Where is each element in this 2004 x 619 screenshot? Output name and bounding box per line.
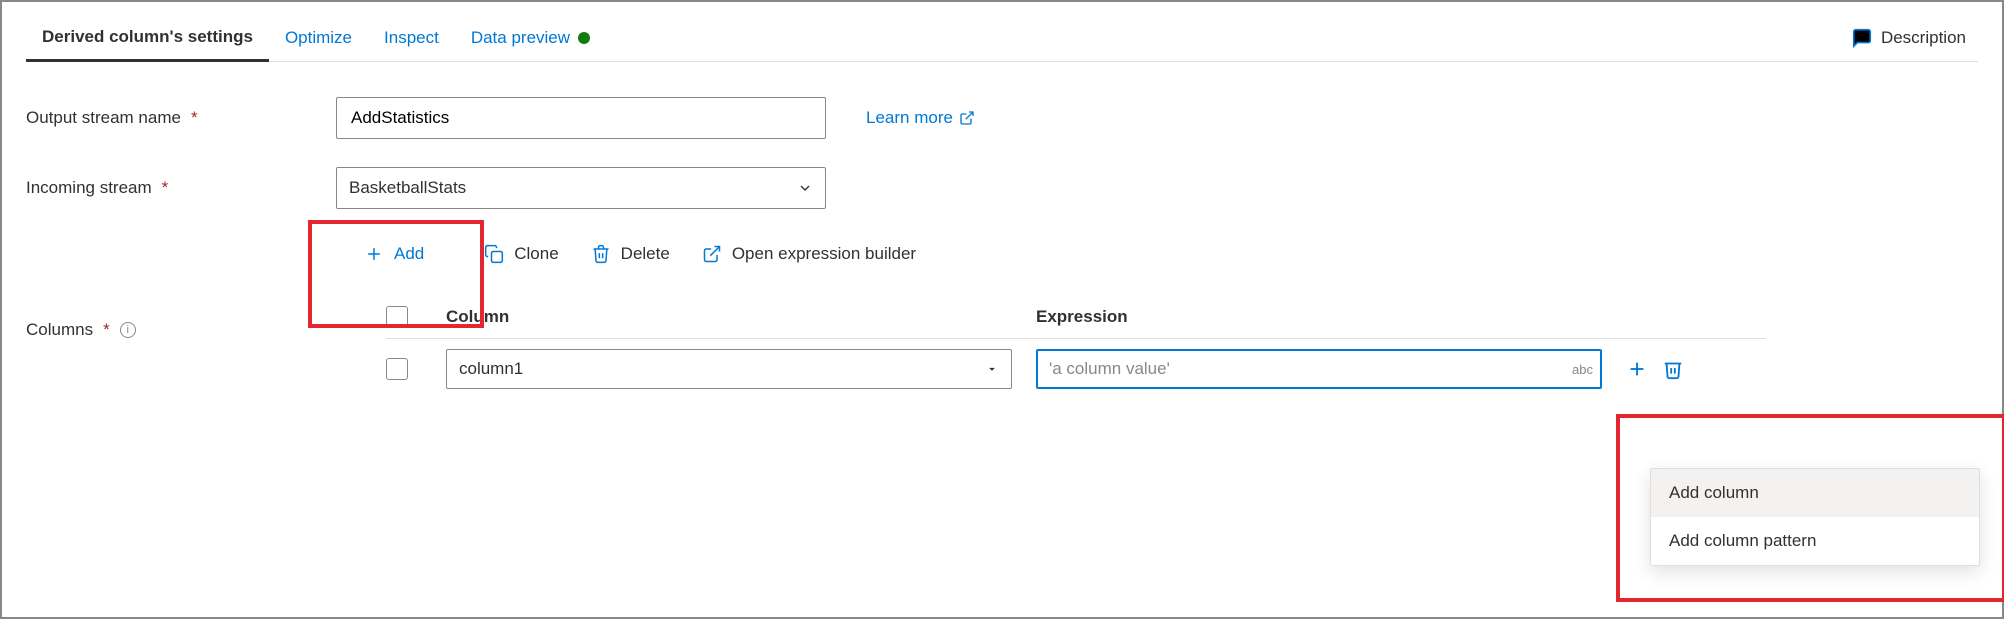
tab-inspect[interactable]: Inspect <box>368 14 455 62</box>
tab-optimize[interactable]: Optimize <box>269 14 368 62</box>
open-icon <box>702 244 722 264</box>
learn-more-label: Learn more <box>866 108 953 128</box>
output-stream-input-field[interactable] <box>349 107 813 129</box>
row-add-button[interactable] <box>1626 358 1648 380</box>
tab-label: Optimize <box>285 14 352 62</box>
add-dropdown-menu: Add column Add column pattern <box>1650 468 1980 566</box>
description-label: Description <box>1881 28 1966 48</box>
column-name-value: column1 <box>459 359 523 379</box>
required-marker: * <box>103 320 110 340</box>
tab-bar: Derived column's settings Optimize Inspe… <box>26 14 1978 62</box>
incoming-stream-select[interactable]: BasketballStats <box>336 167 826 209</box>
required-marker: * <box>162 178 169 198</box>
columns-label: Columns * i <box>26 320 336 340</box>
grid-header: Column Expression <box>386 296 1766 339</box>
incoming-stream-label: Incoming stream * <box>26 178 336 198</box>
required-marker: * <box>191 108 198 128</box>
expression-input[interactable]: 'a column value' abc <box>1036 349 1602 389</box>
delete-label: Delete <box>621 244 670 264</box>
trash-icon <box>1662 358 1684 380</box>
type-badge: abc <box>1572 362 1593 377</box>
output-stream-input[interactable] <box>336 97 826 139</box>
plus-icon <box>364 244 384 264</box>
info-icon[interactable]: i <box>120 322 136 338</box>
row-checkbox[interactable] <box>386 358 408 380</box>
column-header-column: Column <box>446 307 1036 327</box>
output-stream-label: Output stream name * <box>26 108 336 128</box>
row-columns-label: Columns * i <box>26 302 336 358</box>
open-expression-builder-button[interactable]: Open expression builder <box>702 244 916 264</box>
columns-grid: Column Expression column1 'a column valu… <box>386 296 1766 399</box>
tab-label: Data preview <box>471 14 570 62</box>
column-header-expression: Expression <box>1036 307 1626 327</box>
add-button[interactable]: Add <box>336 230 452 278</box>
description-button[interactable]: Description <box>1851 27 1978 49</box>
tab-label: Inspect <box>384 14 439 62</box>
label-text: Columns <box>26 320 93 340</box>
select-all-checkbox[interactable] <box>386 306 408 328</box>
menu-item-add-column-pattern[interactable]: Add column pattern <box>1651 517 1979 565</box>
builder-label: Open expression builder <box>732 244 916 264</box>
caret-down-icon <box>985 362 999 376</box>
clone-button[interactable]: Clone <box>484 244 558 264</box>
tab-label: Derived column's settings <box>42 13 253 61</box>
chevron-down-icon <box>797 180 813 196</box>
add-label: Add <box>394 244 424 264</box>
tab-derived-settings[interactable]: Derived column's settings <box>26 14 269 62</box>
learn-more-link[interactable]: Learn more <box>866 108 975 128</box>
label-text: Incoming stream <box>26 178 152 198</box>
clone-label: Clone <box>514 244 558 264</box>
expression-placeholder: 'a column value' <box>1049 359 1170 379</box>
incoming-stream-value: BasketballStats <box>349 178 466 198</box>
trash-icon <box>591 244 611 264</box>
menu-item-label: Add column pattern <box>1669 531 1816 550</box>
label-text: Output stream name <box>26 108 181 128</box>
delete-button[interactable]: Delete <box>591 244 670 264</box>
settings-form: Output stream name * Learn more Incoming… <box>26 62 1978 399</box>
row-incoming-stream: Incoming stream * BasketballStats <box>26 160 1978 216</box>
menu-item-add-column[interactable]: Add column <box>1651 469 1979 517</box>
table-row: column1 'a column value' abc <box>386 339 1766 399</box>
comment-icon <box>1851 27 1873 49</box>
columns-toolbar: Add Clone Delete Open expression builder <box>336 230 1978 278</box>
row-delete-button[interactable] <box>1662 358 1684 380</box>
clone-icon <box>484 244 504 264</box>
menu-item-label: Add column <box>1669 483 1759 502</box>
column-name-select[interactable]: column1 <box>446 349 1012 389</box>
status-dot-icon <box>578 32 590 44</box>
external-link-icon <box>959 110 975 126</box>
tab-data-preview[interactable]: Data preview <box>455 14 606 62</box>
plus-icon <box>1626 358 1648 380</box>
row-output-stream: Output stream name * Learn more <box>26 90 1978 146</box>
